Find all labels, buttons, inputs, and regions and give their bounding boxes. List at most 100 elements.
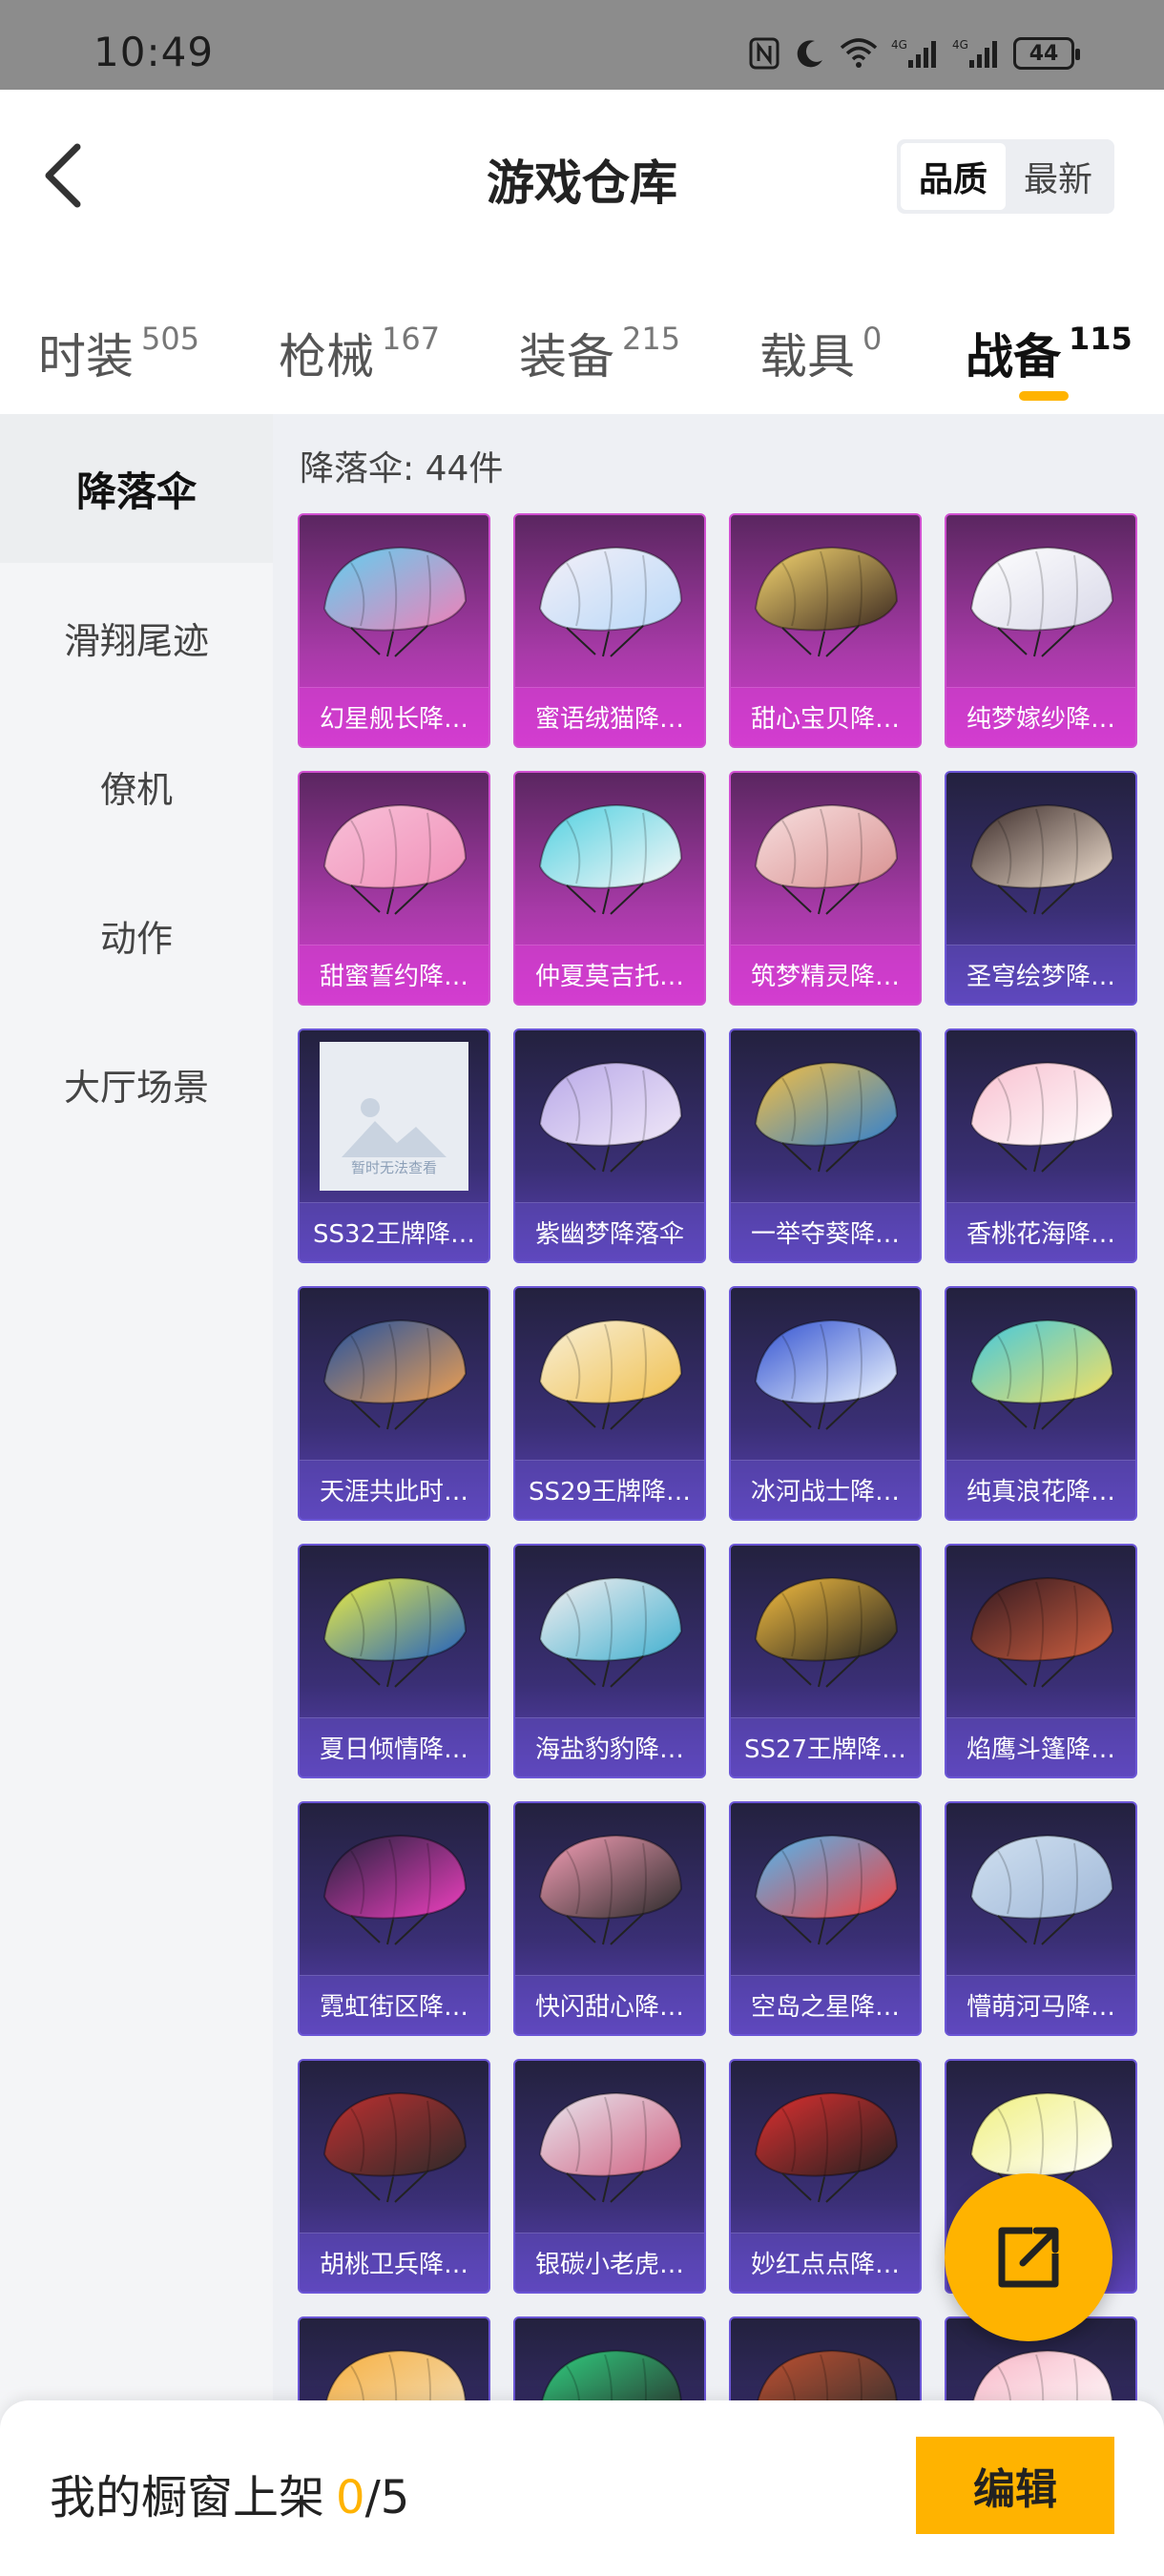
tab-label: 载具 [759, 329, 855, 384]
sidebar-item-parachute[interactable]: 降落伞 [0, 414, 273, 563]
signal-icon-1: 4G [891, 37, 939, 70]
parachute-image [731, 1555, 920, 1708]
parachute-card[interactable]: 仲夏莫吉托… [513, 771, 706, 1006]
tab-label: 装备 [519, 329, 614, 384]
parachute-card[interactable]: 快闪甜心降… [513, 1801, 706, 2036]
tab-equipment[interactable]: 装备 215 [519, 319, 680, 387]
parachute-image [731, 1813, 920, 1965]
parachute-card[interactable]: 懵萌河马降… [945, 1801, 1137, 2036]
parachute-card[interactable]: 紫幽梦降落伞 [513, 1028, 706, 1263]
status-time: 10:49 [94, 29, 215, 75]
tab-count: 115 [1069, 321, 1133, 357]
parachute-card[interactable]: 甜蜜誓约降… [298, 771, 490, 1006]
parachute-card[interactable]: 胡桃卫兵降… [298, 2059, 490, 2294]
parachute-card[interactable]: 冰河战士降… [729, 1286, 922, 1521]
share-button[interactable] [945, 2173, 1112, 2341]
parachute-name: 胡桃卫兵降… [300, 2233, 488, 2292]
parachute-card[interactable]: 香桃花海降… [945, 1028, 1137, 1263]
parachute-card[interactable]: 霓虹街区降… [298, 1801, 490, 2036]
parachute-icon [538, 546, 683, 657]
parachute-image [515, 525, 704, 677]
parachute-icon [322, 2091, 468, 2203]
tab-label: 战备 [966, 329, 1061, 384]
parachute-card[interactable]: 银碳小老虎… [513, 2059, 706, 2294]
parachute-name: 银碳小老虎… [515, 2233, 704, 2292]
parachute-image [300, 782, 488, 935]
parachute-icon [322, 803, 468, 915]
tab-outfits[interactable]: 时装 505 [38, 319, 199, 387]
parachute-card[interactable]: 空岛之星降… [729, 1801, 922, 2036]
parachute-card[interactable]: 夏日倾情降… [298, 1544, 490, 1778]
parachute-icon [754, 2091, 899, 2203]
parachute-icon [322, 1319, 468, 1430]
parachute-card[interactable]: 筑梦精灵降… [729, 771, 922, 1006]
parachute-image [731, 525, 920, 677]
parachute-name: SS32王牌降… [300, 1202, 488, 1261]
parachute-card[interactable]: 纯梦嫁纱降… [945, 513, 1137, 748]
parachute-card[interactable]: 幻星舰长降… [298, 513, 490, 748]
parachute-icon [538, 1061, 683, 1173]
parachute-image [300, 1298, 488, 1450]
parachute-name: SS29王牌降… [515, 1460, 704, 1519]
parachute-image [515, 1040, 704, 1193]
parachute-name: 仲夏莫吉托… [515, 945, 704, 1004]
parachute-image [946, 1813, 1135, 1965]
parachute-name: 纯真浪花降… [946, 1460, 1135, 1519]
moon-icon [794, 37, 826, 70]
parachute-name: 紫幽梦降落伞 [515, 1202, 704, 1261]
parachute-icon [754, 1319, 899, 1430]
parachute-card[interactable]: 圣穹绘梦降… [945, 771, 1137, 1006]
tab-count: 0 [863, 321, 883, 357]
parachute-image [515, 1298, 704, 1450]
mountain-icon [342, 1098, 447, 1157]
sidebar-item-glide-trail[interactable]: 滑翔尾迹 [0, 563, 273, 712]
parachute-card[interactable]: SS29王牌降… [513, 1286, 706, 1521]
parachute-card[interactable]: 天涯共此时… [298, 1286, 490, 1521]
parachute-card[interactable]: 甜心宝贝降… [729, 513, 922, 748]
status-icons: 4G 4G 44 [748, 34, 1080, 73]
parachute-image [300, 2070, 488, 2223]
tab-guns[interactable]: 枪械 167 [279, 319, 440, 387]
parachute-card[interactable]: SS27王牌降… [729, 1544, 922, 1778]
tab-vehicles[interactable]: 载具 0 [759, 319, 882, 387]
tab-count: 167 [382, 321, 441, 357]
parachute-name: 快闪甜心降… [515, 1975, 704, 2034]
parachute-card[interactable]: 焰鹰斗篷降… [945, 1544, 1137, 1778]
parachute-name: 圣穹绘梦降… [946, 945, 1135, 1004]
parachute-image [515, 1555, 704, 1708]
parachute-card[interactable]: 暂时无法查看 SS32王牌降… [298, 1028, 490, 1263]
parachute-name: 夏日倾情降… [300, 1717, 488, 1776]
parachute-card[interactable]: 一举夺葵降… [729, 1028, 922, 1263]
sidebar-item-lobby-scene[interactable]: 大厅场景 [0, 1009, 273, 1158]
parachute-name: 妙红点点降… [731, 2233, 920, 2292]
tab-gear[interactable]: 战备 115 [966, 319, 1133, 387]
parachute-name: SS27王牌降… [731, 1717, 920, 1776]
parachute-card[interactable]: 妙红点点降… [729, 2059, 922, 2294]
tab-count: 215 [622, 321, 681, 357]
parachute-icon [538, 2091, 683, 2203]
parachute-card[interactable]: 海盐豹豹降… [513, 1544, 706, 1778]
sort-toggle: 品质 最新 [897, 139, 1114, 214]
parachute-card[interactable]: 纯真浪花降… [945, 1286, 1137, 1521]
parachute-card[interactable]: 蜜语绒猫降… [513, 513, 706, 748]
parachute-icon [538, 803, 683, 915]
parachute-icon [322, 1576, 468, 1688]
parachute-image [946, 525, 1135, 677]
sidebar-item-emote[interactable]: 动作 [0, 861, 273, 1009]
parachute-name: 甜心宝贝降… [731, 687, 920, 746]
parachute-image [946, 782, 1135, 935]
edit-button[interactable]: 编辑 [916, 2437, 1114, 2534]
parachute-name: 冰河战士降… [731, 1460, 920, 1519]
parachute-icon [969, 803, 1114, 915]
parachute-image [515, 782, 704, 935]
sidebar-item-wingman[interactable]: 僚机 [0, 712, 273, 861]
parachute-image [300, 1813, 488, 1965]
parachute-icon [754, 803, 899, 915]
sort-latest-option[interactable]: 最新 [1006, 143, 1111, 210]
item-count-label: 降落伞: 44件 [300, 449, 504, 488]
parachute-icon [538, 1576, 683, 1688]
sort-quality-option[interactable]: 品质 [901, 143, 1006, 210]
parachute-name: 蜜语绒猫降… [515, 687, 704, 746]
parachute-name: 海盐豹豹降… [515, 1717, 704, 1776]
parachute-icon [754, 546, 899, 657]
